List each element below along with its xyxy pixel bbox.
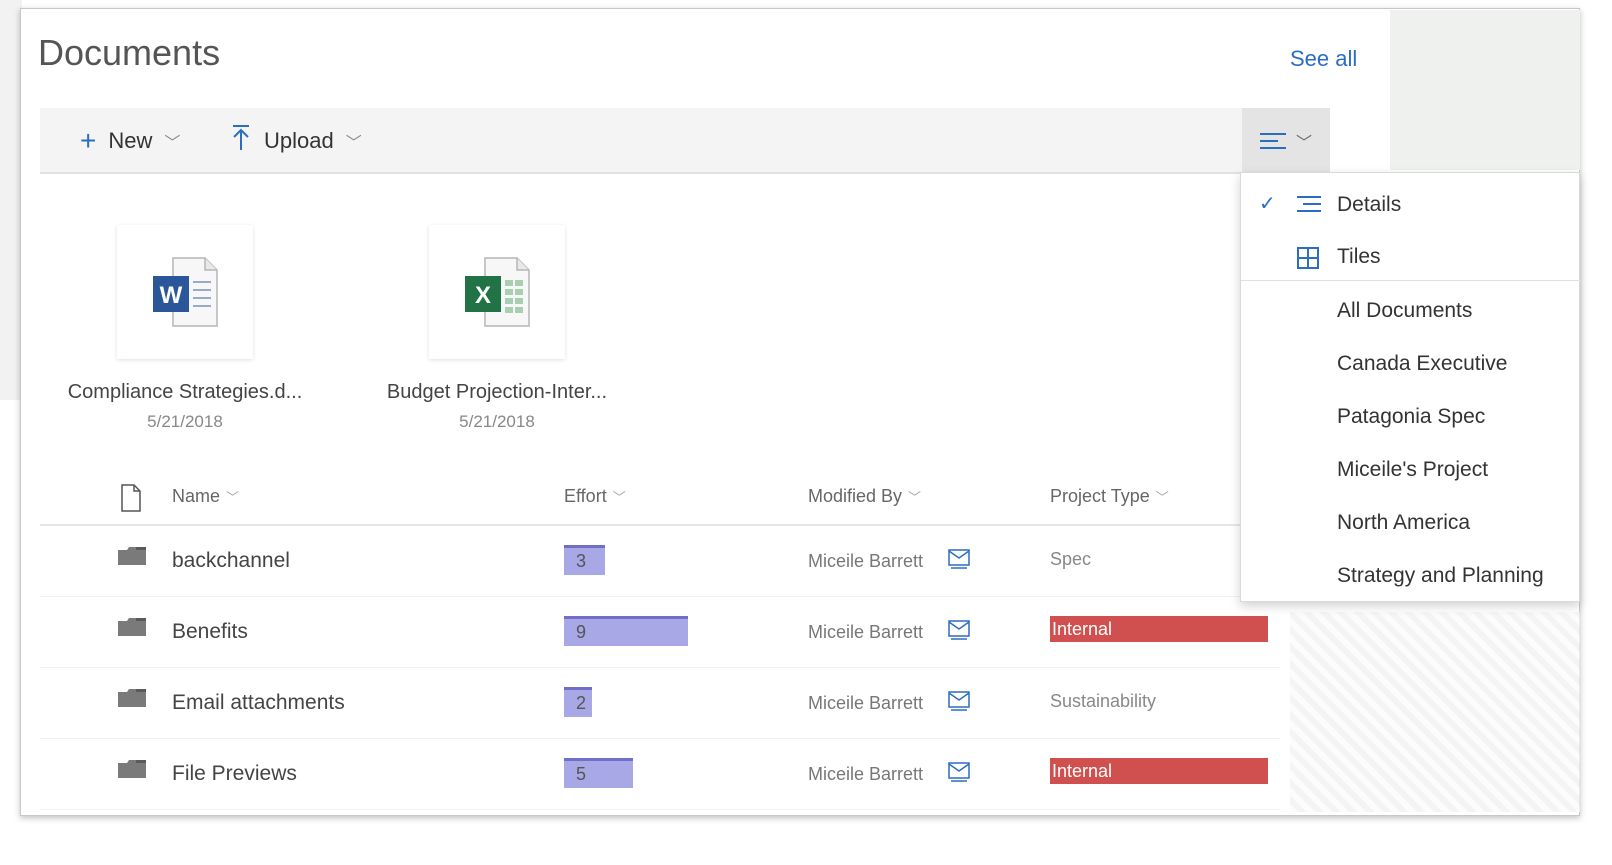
menu-divider (1241, 280, 1581, 281)
background-area (1390, 10, 1580, 170)
view-options-icon (1259, 132, 1286, 150)
menu-item-label: Patagonia Spec (1337, 405, 1486, 428)
upload-icon (230, 124, 252, 159)
file-thumbnail: X (429, 225, 565, 359)
word-file-icon: W (153, 257, 218, 327)
modified-by[interactable]: Miceile Barrett (808, 764, 923, 785)
column-header-project-type[interactable]: Project Type ﹀ (1050, 486, 1169, 507)
background-shade (0, 0, 22, 400)
menu-item-label: Strategy and Planning (1337, 564, 1544, 587)
menu-item-label: North America (1337, 511, 1471, 534)
menu-item-label: Details (1337, 193, 1402, 216)
folder-icon (118, 618, 146, 641)
modified-by[interactable]: Miceile Barrett (808, 622, 923, 643)
project-type: Spec (1050, 549, 1092, 569)
chevron-down-icon: ﹀ (612, 490, 626, 505)
chevron-down-icon: ﹀ (345, 135, 362, 152)
mail-icon[interactable] (948, 691, 970, 716)
table-row[interactable]: Benefits 9 Miceile Barrett Internal (40, 598, 1280, 668)
effort-bar: 2 (564, 687, 592, 717)
menu-item-view[interactable]: Patagonia Spec (1241, 391, 1581, 441)
modified-by[interactable]: Miceile Barrett (808, 693, 923, 714)
chevron-down-icon: ﹀ (908, 490, 922, 505)
mail-icon[interactable] (948, 762, 970, 787)
row-name[interactable]: backchannel (172, 549, 290, 573)
row-name[interactable]: Benefits (172, 620, 248, 644)
row-name[interactable]: Email attachments (172, 691, 345, 715)
menu-item-label: Canada Executive (1337, 352, 1508, 375)
svg-text:W: W (160, 282, 183, 309)
column-header-label: Project Type (1050, 486, 1150, 506)
table-row[interactable]: backchannel 3 Miceile Barrett Spec (40, 527, 1280, 597)
menu-item-label: Miceile's Project (1337, 458, 1489, 481)
menu-item-view[interactable]: Strategy and Planning (1241, 550, 1581, 600)
see-all-link[interactable]: See all (1290, 46, 1357, 72)
modified-by[interactable]: Miceile Barrett (808, 551, 923, 572)
project-type: Sustainability (1050, 691, 1157, 711)
menu-item-label: Tiles (1337, 245, 1381, 268)
file-name: Compliance Strategies.d... (67, 381, 303, 403)
plus-icon: + (80, 125, 97, 156)
file-date: 5/21/2018 (459, 412, 535, 431)
menu-item-view[interactable]: North America (1241, 497, 1581, 547)
menu-item-view[interactable]: All Documents (1241, 285, 1581, 335)
column-header-label: Modified By (808, 486, 903, 506)
file-thumbnail: W (117, 225, 253, 359)
effort-bar: 3 (564, 545, 605, 575)
view-menu: ✓ Details Tiles All Documents Canada Exec… (1240, 172, 1581, 602)
file-name: Budget Projection-Inter... (386, 381, 608, 403)
file-date: 5/21/2018 (147, 412, 223, 431)
column-header-name[interactable]: Name ﹀ (172, 486, 239, 507)
upload-button[interactable]: Upload ﹀ (230, 108, 362, 174)
details-icon (1297, 195, 1321, 218)
mail-icon[interactable] (948, 620, 970, 645)
chevron-down-icon: ﹀ (164, 135, 181, 152)
menu-item-view[interactable]: Canada Executive (1241, 338, 1581, 388)
column-header-modified-by[interactable]: Modified By ﹀ (808, 486, 921, 507)
project-type: Internal (1050, 758, 1268, 784)
file-tile[interactable]: X Budget Projection-Inter... 5/21/2018 (357, 225, 637, 432)
table-row[interactable]: File Previews 5 Miceile Barrett Internal (40, 740, 1280, 810)
column-header-effort[interactable]: Effort ﹀ (564, 486, 626, 507)
svg-text:X: X (475, 282, 491, 309)
menu-item-details[interactable]: ✓ Details (1241, 179, 1581, 229)
file-tile[interactable]: W Compliance Strategies.d... 5/21/2018 (45, 225, 325, 432)
page-title: Documents (38, 32, 221, 73)
file-type-icon[interactable] (120, 484, 142, 512)
folder-icon (118, 547, 146, 570)
chevron-down-icon: ﹀ (1295, 135, 1312, 152)
row-name[interactable]: File Previews (172, 762, 297, 786)
upload-label: Upload (264, 128, 334, 153)
table-row[interactable]: Email attachments 2 Miceile Barrett Sustain… (40, 669, 1280, 739)
view-options-button[interactable]: ﹀ (1242, 108, 1330, 174)
checkmark-icon: ✓ (1259, 193, 1276, 215)
mail-icon[interactable] (948, 549, 970, 574)
folder-icon (118, 689, 146, 712)
new-button[interactable]: + New ﹀ (80, 108, 180, 174)
folder-icon (118, 760, 146, 783)
new-label: New (108, 128, 153, 153)
excel-file-icon: X (465, 257, 530, 327)
project-type: Internal (1050, 616, 1268, 642)
chevron-down-icon: ﹀ (226, 490, 240, 505)
tiles-icon (1297, 247, 1319, 274)
column-header-label: Effort (564, 486, 607, 506)
command-bar: + New ﹀ Upload ﹀ (40, 108, 1330, 174)
menu-item-view[interactable]: Miceile's Project (1241, 444, 1581, 494)
list-header: Name ﹀ Effort ﹀ Modified By ﹀ Project Type ﹀ (40, 470, 1240, 526)
chevron-down-icon: ﹀ (1155, 490, 1169, 505)
menu-item-tiles[interactable]: Tiles (1241, 231, 1581, 281)
background-area-lower (1290, 612, 1580, 812)
effort-bar: 9 (564, 616, 688, 646)
menu-item-label: All Documents (1337, 299, 1473, 322)
column-header-label: Name (172, 486, 221, 506)
effort-bar: 5 (564, 758, 633, 788)
